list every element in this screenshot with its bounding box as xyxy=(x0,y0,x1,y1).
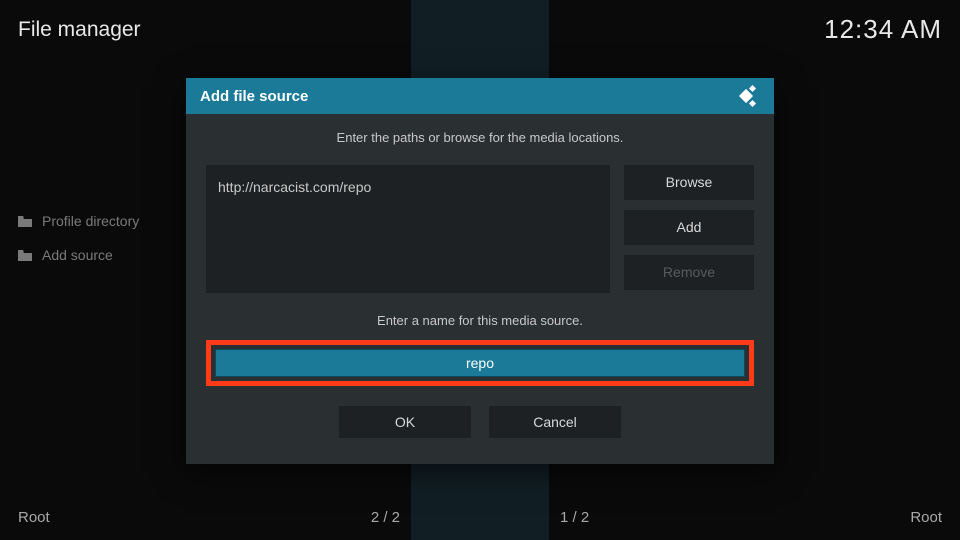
footer-right-counter: 1 / 2 xyxy=(560,509,589,526)
browse-button[interactable]: Browse xyxy=(624,165,754,200)
path-input[interactable]: http://narcacist.com/repo xyxy=(206,165,610,293)
instruction-paths: Enter the paths or browse for the media … xyxy=(206,130,754,145)
folder-icon xyxy=(18,250,32,261)
kodi-logo-icon xyxy=(732,85,760,107)
dialog-header: Add file source xyxy=(186,78,774,114)
sidebar: Profile directory Add source xyxy=(18,213,139,281)
side-buttons: Browse Add Remove xyxy=(624,165,754,293)
dialog-title: Add file source xyxy=(200,88,308,105)
add-file-source-dialog: Add file source Enter the paths or brows… xyxy=(186,78,774,464)
folder-icon xyxy=(18,216,32,227)
sidebar-item-profile-directory[interactable]: Profile directory xyxy=(18,213,139,229)
name-input-highlight: repo xyxy=(206,340,754,386)
path-value: http://narcacist.com/repo xyxy=(218,179,371,195)
instruction-name: Enter a name for this media source. xyxy=(206,313,754,328)
paths-row: http://narcacist.com/repo Browse Add Rem… xyxy=(206,165,754,293)
footer-left-root: Root xyxy=(18,509,118,526)
sidebar-item-label: Add source xyxy=(42,247,113,263)
ok-button[interactable]: OK xyxy=(339,406,471,438)
dialog-actions: OK Cancel xyxy=(206,406,754,438)
footer-left-counter: 2 / 2 xyxy=(371,509,400,526)
header-bar: File manager 12:34 AM xyxy=(18,14,942,45)
cancel-button[interactable]: Cancel xyxy=(489,406,621,438)
sidebar-item-label: Profile directory xyxy=(42,213,139,229)
sidebar-item-add-source[interactable]: Add source xyxy=(18,247,139,263)
page-title: File manager xyxy=(18,18,141,42)
remove-button: Remove xyxy=(624,255,754,290)
footer-right-root: Root xyxy=(842,509,942,526)
clock: 12:34 AM xyxy=(824,14,942,45)
source-name-input[interactable]: repo xyxy=(215,349,745,377)
footer-center: 2 / 2 1 / 2 xyxy=(118,509,842,526)
dialog-body: Enter the paths or browse for the media … xyxy=(186,114,774,464)
add-button[interactable]: Add xyxy=(624,210,754,245)
footer-bar: Root 2 / 2 1 / 2 Root xyxy=(18,509,942,526)
